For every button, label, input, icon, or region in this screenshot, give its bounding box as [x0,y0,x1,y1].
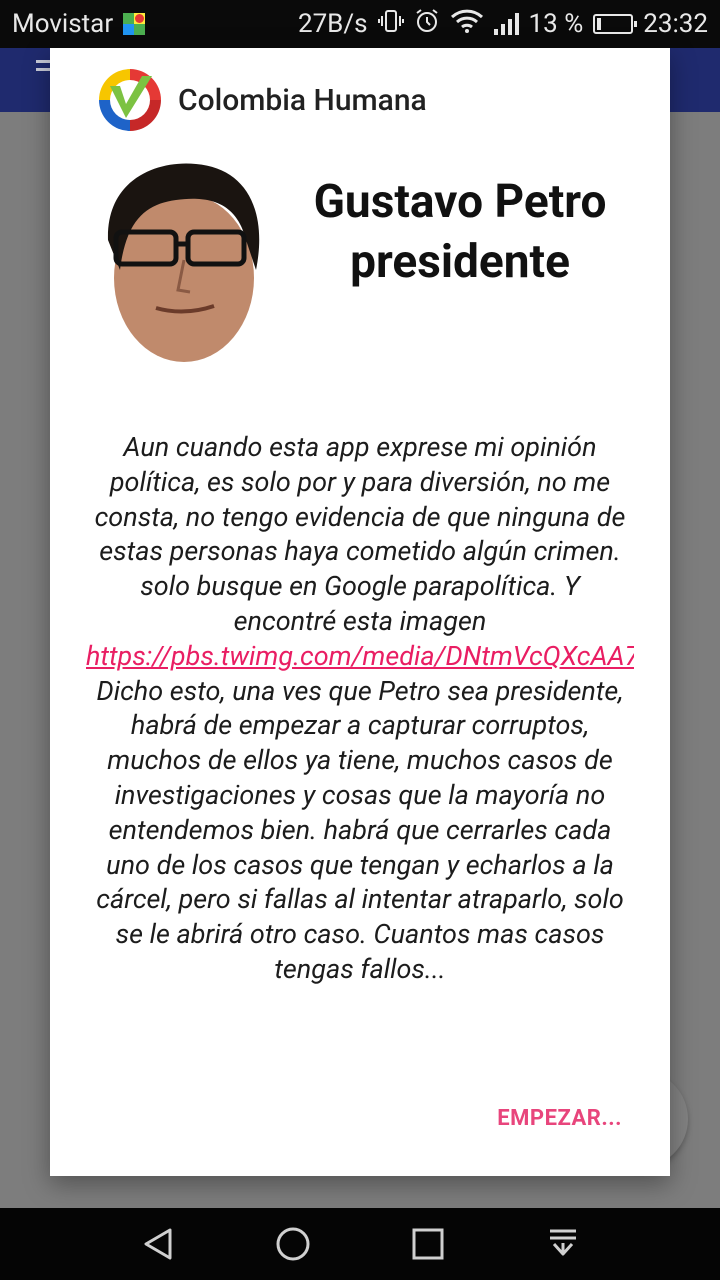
maps-notification-icon [123,13,146,35]
candidate-portrait [107,163,260,362]
disclaimer-part-1: Aun cuando esta app exprese mi opinión p… [94,431,626,637]
intro-dialog: Colombia Humana Gustavo Petro presidente… [50,48,670,1176]
dialog-header: Colombia Humana [98,68,427,132]
notification-pull-icon[interactable] [538,1219,588,1269]
headline-line-1: Gustavo Petro [313,175,607,229]
network-speed: 27B/s [297,9,368,39]
status-bar: Movistar 27B/s 13 % 23:32 [0,0,720,48]
wifi-icon [450,8,484,41]
start-button[interactable]: EMPEZAR... [497,1106,622,1131]
headline-line-2: presidente [350,235,570,289]
battery-percent: 13 % [528,9,584,39]
battery-icon [593,14,638,34]
home-icon[interactable] [268,1219,318,1269]
navigation-bar [0,1208,720,1280]
vibrate-icon [377,9,404,40]
disclaimer-text: Aun cuando esta app exprese mi opinión p… [86,430,634,1066]
dialog-title: Colombia Humana [178,82,427,118]
headline: Gustavo Petro presidente [290,172,630,292]
back-icon[interactable] [133,1219,183,1269]
image-link[interactable]: https://pbs.twimg.com/media/DNtmVcQXcAA7… [86,640,634,672]
disclaimer-part-2: Dicho esto, una ves que Petro sea presid… [96,674,624,985]
colombia-humana-logo-icon [99,69,161,131]
alarm-icon [414,8,440,41]
clock: 23:32 [643,9,708,39]
carrier-label: Movistar [12,9,114,39]
recents-icon[interactable] [403,1219,453,1269]
signal-strength-icon [493,13,519,35]
